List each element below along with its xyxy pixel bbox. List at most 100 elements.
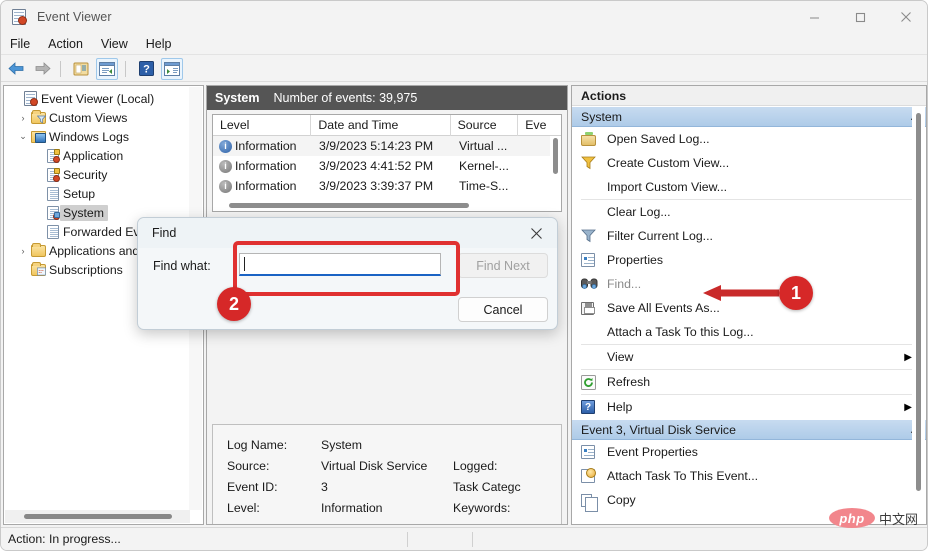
detail-row: Event ID: 3 Task Categc: [213, 476, 561, 497]
action-open-saved-log[interactable]: Open Saved Log...: [572, 127, 926, 151]
tree-item-event-viewer-local[interactable]: Event Viewer (Local): [4, 89, 203, 108]
event-viewer-icon: [12, 9, 28, 25]
minimize-button[interactable]: [791, 1, 837, 33]
menu-action[interactable]: Action: [39, 35, 92, 53]
tree-item-setup[interactable]: Setup: [4, 184, 203, 203]
action-refresh[interactable]: Refresh: [572, 370, 926, 394]
tree-horizontal-scrollbar[interactable]: [5, 510, 190, 523]
cell-level-text: Information: [235, 159, 297, 173]
status-divider-2: [472, 532, 473, 547]
annotation-arrow-1: [703, 285, 779, 301]
window-title: Event Viewer: [37, 10, 112, 24]
forward-icon[interactable]: [31, 58, 53, 80]
action-label: Attach Task To This Event...: [607, 469, 759, 483]
text-caret: [244, 257, 245, 271]
column-header-level[interactable]: Level: [213, 115, 312, 136]
title-bar: Event Viewer: [1, 1, 927, 33]
action-attach-task-to-this-event[interactable]: Attach Task To This Event...: [572, 464, 926, 488]
find-what-input[interactable]: [239, 253, 441, 276]
detail-key: Level:: [227, 500, 260, 515]
detail-key-2: Computer:: [453, 522, 510, 525]
event-list-horizontal-scrollbar[interactable]: [213, 200, 561, 211]
action-label: Attach a Task To this Log...: [607, 325, 754, 339]
chevron-down-icon[interactable]: ⌄: [16, 131, 30, 142]
action-view[interactable]: View ▶: [572, 345, 926, 369]
log-file-icon: [44, 167, 61, 182]
cell-source: Time-S...: [459, 179, 509, 193]
actions-group-system-header[interactable]: System ▲: [572, 106, 926, 127]
actions-vertical-scrollbar[interactable]: [912, 107, 925, 523]
help-icon[interactable]: ?: [135, 58, 157, 80]
menu-file[interactable]: File: [1, 35, 39, 53]
tree-item-application[interactable]: Application: [4, 146, 203, 165]
detail-row: Source: Virtual Disk Service Logged:: [213, 455, 561, 476]
action-label: View: [607, 350, 634, 364]
action-help[interactable]: ? Help ▶: [572, 395, 926, 419]
find-next-button[interactable]: Find Next: [458, 253, 548, 278]
action-import-custom-view[interactable]: Import Custom View...: [572, 175, 926, 199]
tree-item-custom-views[interactable]: › Custom Views: [4, 108, 203, 127]
show-hide-console-tree-icon[interactable]: [70, 58, 92, 80]
actions-group-event-header[interactable]: Event 3, Virtual Disk Service ▲: [572, 419, 926, 440]
custom-views-folder-icon: [30, 109, 47, 124]
window-controls: [791, 1, 927, 33]
table-row[interactable]: i Information 3/9/2023 3:39:37 PM Time-S…: [213, 176, 561, 196]
status-bar: Action: In progress...: [1, 527, 927, 550]
cell-datetime: 3/9/2023 3:39:37 PM: [319, 179, 434, 193]
properties-icon: [581, 445, 607, 459]
close-icon[interactable]: [515, 218, 557, 248]
log-file-icon: [44, 148, 61, 163]
column-header-date-and-time[interactable]: Date and Time: [311, 115, 451, 136]
detail-key: Log Name:: [227, 437, 288, 452]
detail-key: Event ID:: [227, 479, 278, 494]
action-label: Refresh: [607, 375, 651, 389]
information-icon: i: [219, 179, 232, 193]
action-filter-current-log[interactable]: Filter Current Log...: [572, 224, 926, 248]
log-file-plain-icon: [44, 224, 61, 239]
action-properties[interactable]: Properties: [572, 248, 926, 272]
tree-item-label: Application: [63, 148, 124, 163]
action-label: Filter Current Log...: [607, 229, 713, 243]
tree-item-label: Subscriptions: [49, 262, 123, 277]
scrollbar-thumb[interactable]: [553, 138, 558, 174]
cancel-button[interactable]: Cancel: [458, 297, 548, 322]
scrollbar-thumb[interactable]: [229, 203, 469, 208]
menu-help[interactable]: Help: [137, 35, 181, 53]
table-row[interactable]: i Information 3/9/2023 4:41:52 PM Kernel…: [213, 156, 561, 176]
chevron-right-icon[interactable]: ›: [16, 246, 30, 256]
maximize-button[interactable]: [837, 1, 883, 33]
event-list-vertical-scrollbar[interactable]: [550, 136, 561, 200]
event-viewer-icon: [22, 91, 39, 106]
scrollbar-thumb[interactable]: [916, 113, 921, 491]
detail-row: Level: Information Keywords:: [213, 497, 561, 518]
close-button[interactable]: [883, 1, 927, 33]
cell-level-text: Information: [235, 139, 297, 153]
show-hide-action-pane-icon[interactable]: [161, 57, 183, 80]
action-clear-log[interactable]: Clear Log...: [572, 200, 926, 224]
column-header-event-id[interactable]: Eve: [518, 115, 561, 136]
subscriptions-icon: [30, 261, 47, 276]
column-header-source[interactable]: Source: [451, 115, 519, 136]
chevron-right-icon[interactable]: ›: [16, 113, 30, 123]
tree-item-security[interactable]: Security: [4, 165, 203, 184]
event-details-pane: Log Name: System Source: Virtual Disk Se…: [212, 424, 562, 525]
detail-value: Information: [321, 500, 383, 515]
scrollbar-thumb[interactable]: [24, 514, 172, 519]
action-event-properties[interactable]: Event Properties: [572, 440, 926, 464]
folder-icon: [30, 242, 47, 257]
cell-source: Kernel-...: [459, 159, 509, 173]
tree-item-windows-logs[interactable]: ⌄ Windows Logs: [4, 127, 203, 146]
detail-value: N/A: [321, 522, 453, 525]
detail-row: Log Name: System: [213, 434, 561, 455]
actions-group-system-label: System: [581, 109, 622, 124]
action-attach-a-task-to-this-log[interactable]: Attach a Task To this Log...: [572, 320, 926, 344]
properties-icon[interactable]: [96, 57, 118, 80]
annotation-badge-2: 2: [217, 287, 251, 321]
table-row[interactable]: i Information 3/9/2023 5:14:23 PM Virtua…: [213, 136, 561, 156]
back-icon[interactable]: [5, 58, 27, 80]
menu-view[interactable]: View: [92, 35, 137, 53]
actions-group-event-label: Event 3, Virtual Disk Service: [581, 422, 736, 437]
action-create-custom-view[interactable]: Create Custom View...: [572, 151, 926, 175]
action-copy[interactable]: Copy: [572, 488, 926, 512]
detail-key: User:: [213, 522, 321, 525]
